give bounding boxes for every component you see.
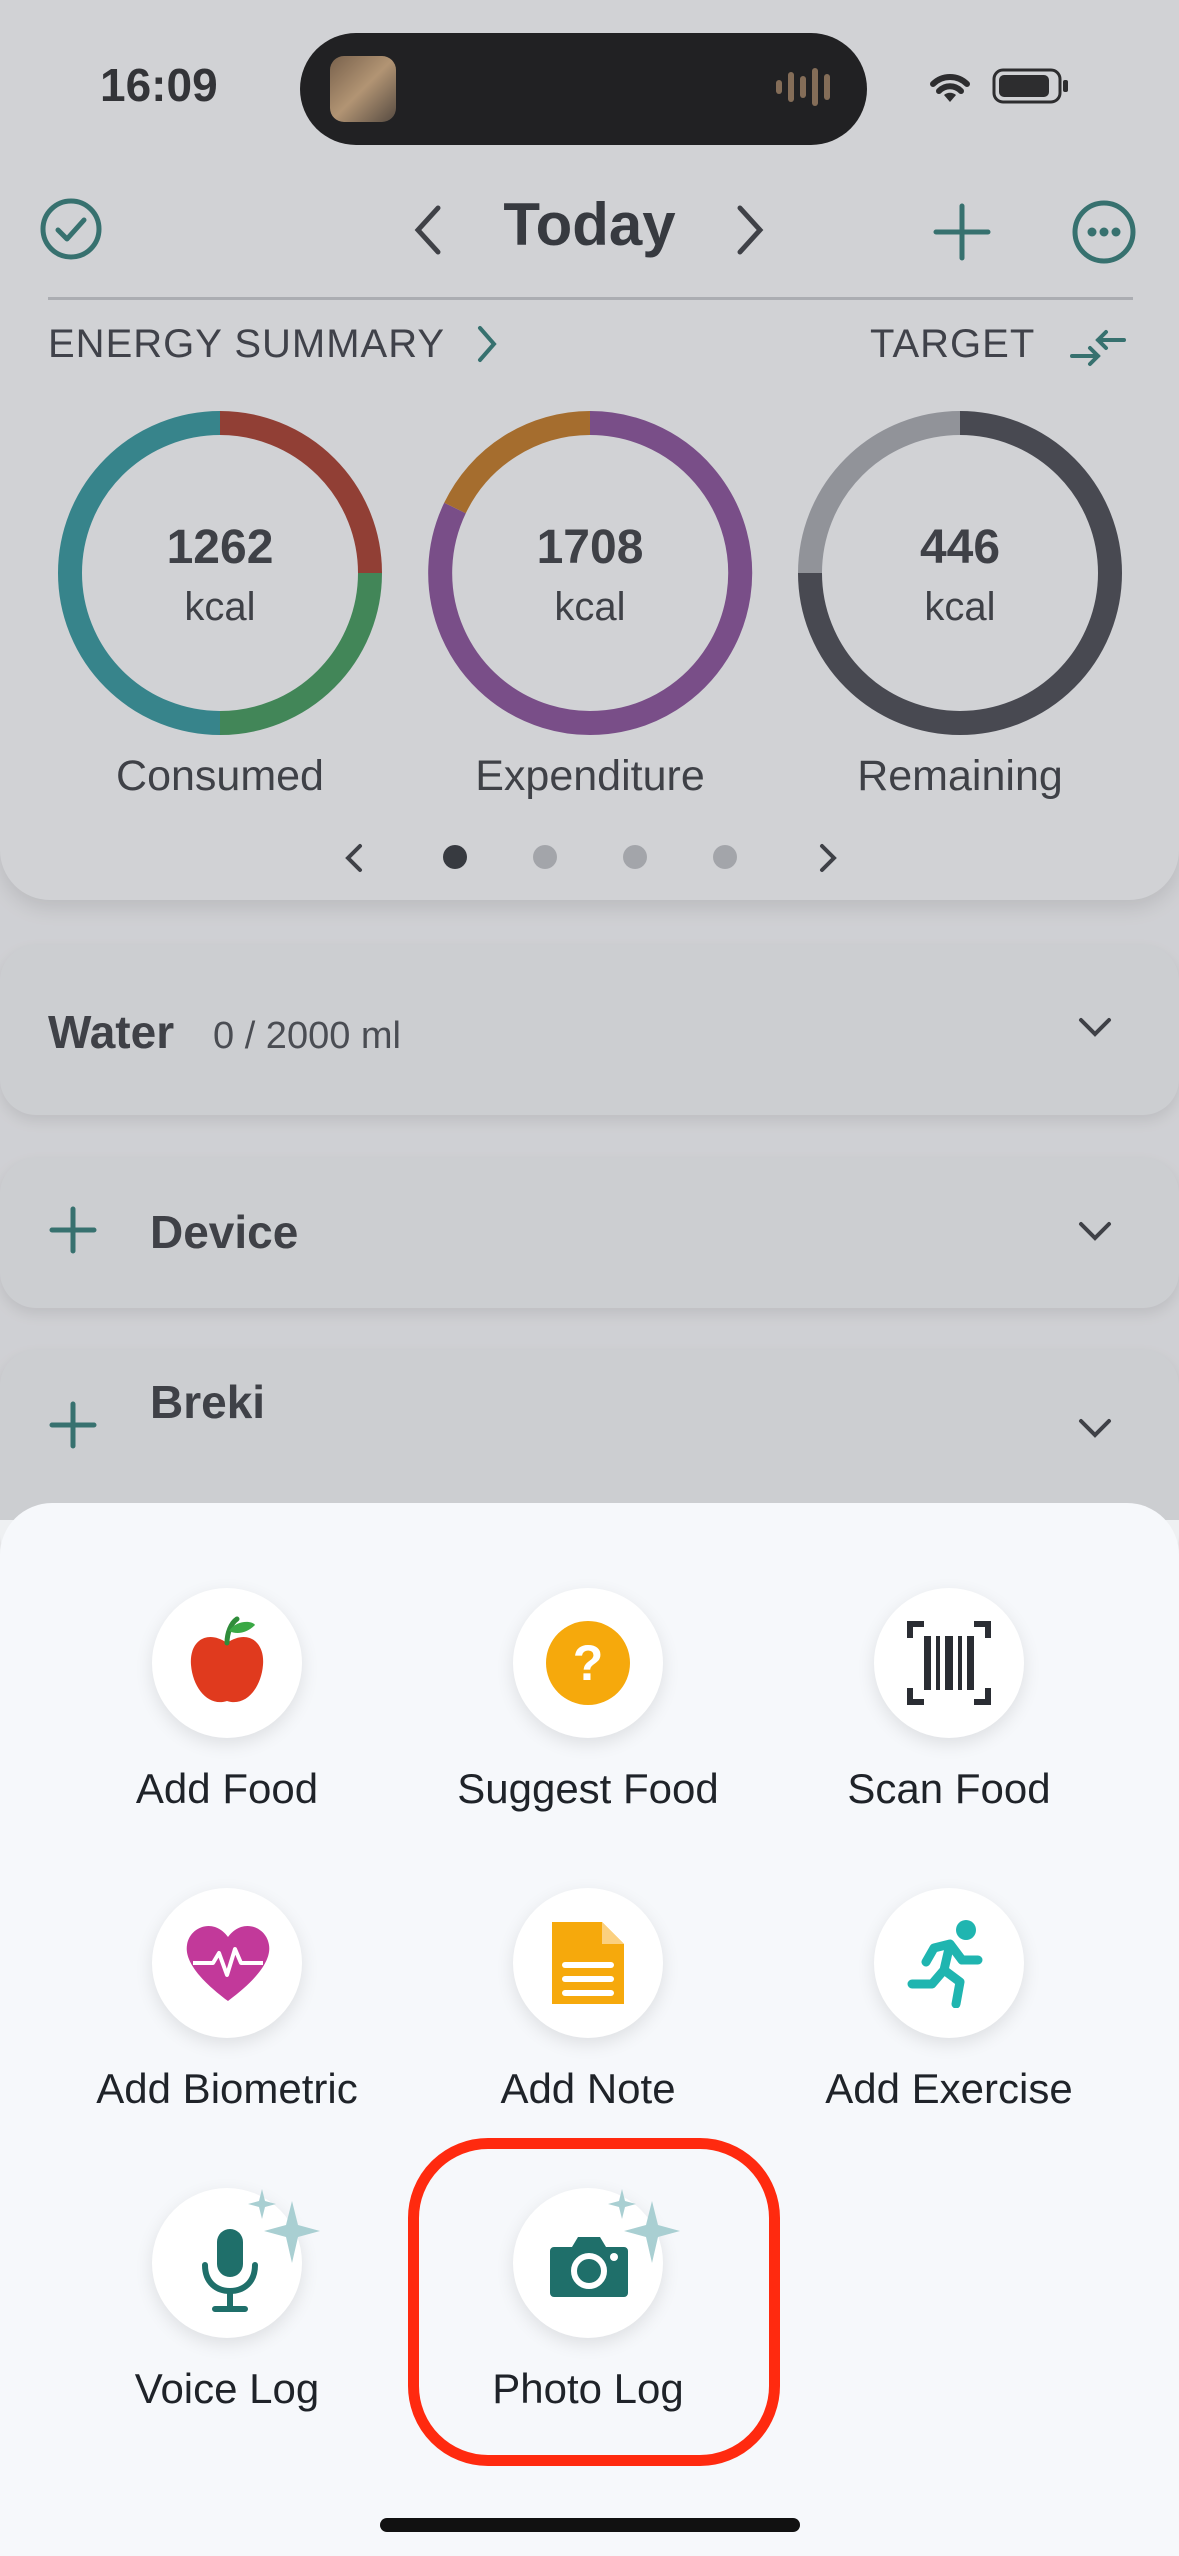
running-icon (907, 1920, 983, 2008)
sparkle-icon (248, 2189, 320, 2263)
suggest-food-label[interactable]: Suggest Food (398, 1765, 778, 1813)
apple-icon (190, 1616, 264, 1703)
scan-food-label[interactable]: Scan Food (759, 1765, 1139, 1813)
add-exercise-label[interactable]: Add Exercise (759, 2065, 1139, 2113)
heart-pulse-icon (186, 1925, 270, 2001)
add-note-label[interactable]: Add Note (398, 2065, 778, 2113)
voice-log-label[interactable]: Voice Log (37, 2365, 417, 2413)
add-biometric-label[interactable]: Add Biometric (37, 2065, 417, 2113)
question-icon: ? (546, 1621, 630, 1705)
add-food-label[interactable]: Add Food (37, 1765, 417, 1813)
svg-text:?: ? (573, 1635, 604, 1691)
home-indicator[interactable] (380, 2518, 800, 2532)
barcode-icon (907, 1621, 991, 1705)
note-icon (552, 1922, 624, 2004)
photo-log-highlight (408, 2138, 780, 2466)
modal-backdrop[interactable] (0, 0, 1179, 1520)
